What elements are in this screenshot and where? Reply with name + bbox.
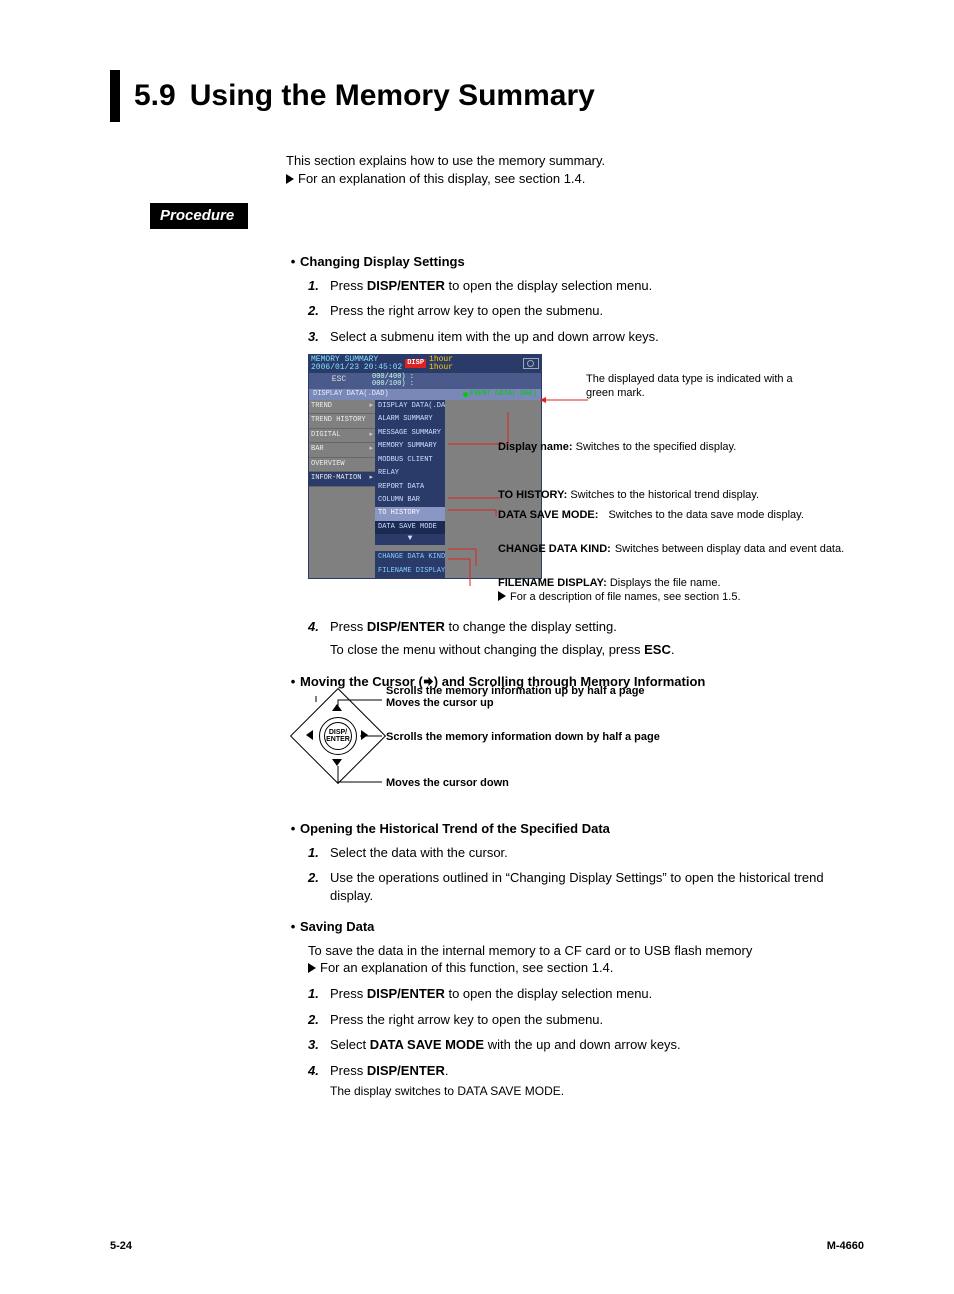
triangle-right-icon [498,591,506,601]
saving-intro: To save the data in the internal memory … [308,942,864,960]
step: Press DISP/ENTER to open the display sel… [308,277,864,295]
xref-text: For an explanation of this display, see … [298,171,585,186]
topic-text: Changing Display Settings [300,254,465,269]
navpad-diagram: DISP/ ENTER Scrolls the memory informati… [286,696,864,806]
shot-timestamp: 2006/01/23 20:45:02 [311,363,402,372]
screenshot-diagram: MEMORY SUMMARY2006/01/23 20:45:02 DISP 1… [308,354,864,604]
esc-button: ESC [309,373,369,389]
step: Select DATA SAVE MODE with the up and do… [308,1036,864,1054]
cross-reference: For an explanation of this function, see… [308,959,864,977]
callout-data-save: DATA SAVE MODE:Switches to the data save… [498,508,848,522]
data-header: DISPLAY DATA(.DAD) [313,390,389,399]
step: Press DISP/ENTER to open the display sel… [308,985,864,1003]
left-arrow-icon [306,730,313,740]
page-number: 5-24 [110,1239,132,1254]
down-arrow-icon [332,759,342,766]
topic-opening-historical: •Opening the Historical Trend of the Spe… [286,820,864,838]
triangle-right-icon [308,963,316,973]
up-arrow-icon [332,704,342,711]
down-arrow-icon: ▼ [375,534,445,545]
topic-saving-data: •Saving Data [286,918,864,936]
disp-enter-label: DISP/ ENTER [326,729,350,743]
right-arrow-icon [361,730,368,740]
cross-reference: For an explanation of this display, see … [286,170,585,188]
camera-icon [523,358,539,369]
doc-number: M-4660 [827,1239,864,1254]
page-title-row: 5.9 Using the Memory Summary [110,70,864,122]
topic-changing-display: •Changing Display Settings [286,253,864,271]
intro-line: This section explains how to use the mem… [286,152,864,170]
step-note: The display switches to DATA SAVE MODE. [330,1083,864,1099]
step: Press the right arrow key to open the su… [308,302,864,320]
callout-green-mark: The displayed data type is indicated wit… [586,372,816,401]
step: Press the right arrow key to open the su… [308,1011,864,1029]
triangle-right-icon [286,174,294,184]
submenu: DISPLAY DATA(.DAD) ALARM SUMMARY MESSAGE… [375,400,445,578]
step: Select a submenu item with the up and do… [308,328,864,346]
callout-change-kind: CHANGE DATA KIND:Switches between displa… [498,542,858,556]
procedure-label: Procedure [150,203,248,229]
callout-display-name: Display name: Switches to the specified … [498,440,736,454]
nav-label: Moves the cursor up [386,696,494,711]
page-footer: 5-24 M-4660 [110,1239,864,1254]
intro-block: This section explains how to use the mem… [286,152,864,187]
nav-label: Moves the cursor down [386,776,509,791]
section-number: 5.9 [134,76,176,117]
callout-filename: FILENAME DISPLAY: Displays the file name… [498,576,868,605]
section-title: Using the Memory Summary [190,76,595,117]
left-menu: TREND▸ TREND HISTORY DIGITAL▸ BAR▸ OVERV… [309,400,375,578]
disp-badge: DISP [405,359,426,368]
title-ornament-bar [110,70,120,122]
step: Press DISP/ENTER to change the display s… [308,618,864,659]
nav-label: Scrolls the memory information down by h… [386,730,660,745]
step: Use the operations outlined in “Changing… [308,869,864,904]
topic-text: Opening the Historical Trend of the Spec… [300,821,610,836]
callout-to-history: TO HISTORY: Switches to the historical t… [498,488,759,502]
topic-text: Saving Data [300,919,374,934]
step: Press DISP/ENTER. The display switches t… [308,1062,864,1100]
green-mark-icon [463,392,468,397]
step: Select the data with the cursor. [308,844,864,862]
